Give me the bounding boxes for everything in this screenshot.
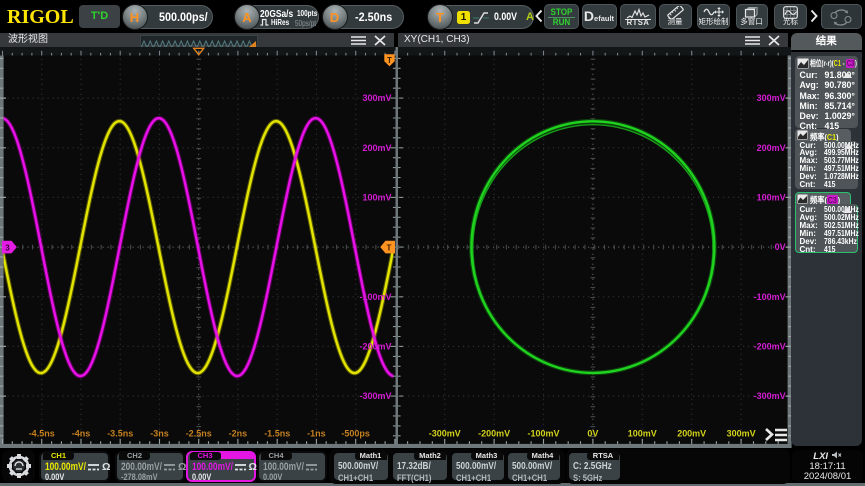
svg-text:300mV: 300mV (362, 93, 391, 103)
svg-text:0V: 0V (587, 428, 598, 438)
svg-text:200mV: 200mV (362, 142, 391, 152)
svg-text:-200mV: -200mV (754, 341, 786, 351)
svg-text:-3.5ns: -3.5ns (107, 428, 133, 438)
svg-text:-100mV: -100mV (528, 428, 560, 438)
svg-text:-200mV: -200mV (478, 428, 510, 438)
svg-text:100mV: 100mV (628, 428, 657, 438)
svg-text:100mV: 100mV (757, 192, 786, 202)
svg-text:-1ns: -1ns (307, 428, 326, 438)
svg-text:-100mV: -100mV (754, 291, 786, 301)
svg-text:-300mV: -300mV (754, 391, 786, 401)
svg-text:-100mV: -100mV (359, 291, 391, 301)
svg-text:-200mV: -200mV (359, 341, 391, 351)
svg-text:100mV: 100mV (362, 192, 391, 202)
svg-text:-4ns: -4ns (72, 428, 91, 438)
svg-text:-3ns: -3ns (150, 428, 169, 438)
svg-text:-500ps: -500ps (341, 428, 370, 438)
svg-text:-4.5ns: -4.5ns (29, 428, 55, 438)
svg-text:-300mV: -300mV (359, 391, 391, 401)
svg-text:T: T (387, 243, 392, 252)
svg-text:-2ns: -2ns (229, 428, 248, 438)
svg-text:0V: 0V (775, 242, 786, 252)
svg-text:3: 3 (5, 243, 10, 252)
svg-text:300mV: 300mV (727, 428, 756, 438)
svg-text:-2.5ns: -2.5ns (186, 428, 212, 438)
svg-text:-1.5ns: -1.5ns (264, 428, 290, 438)
svg-text:200mV: 200mV (677, 428, 706, 438)
svg-text:200mV: 200mV (757, 142, 786, 152)
svg-text:T: T (387, 56, 392, 65)
svg-text:300mV: 300mV (757, 93, 786, 103)
svg-text:-300mV: -300mV (429, 428, 461, 438)
